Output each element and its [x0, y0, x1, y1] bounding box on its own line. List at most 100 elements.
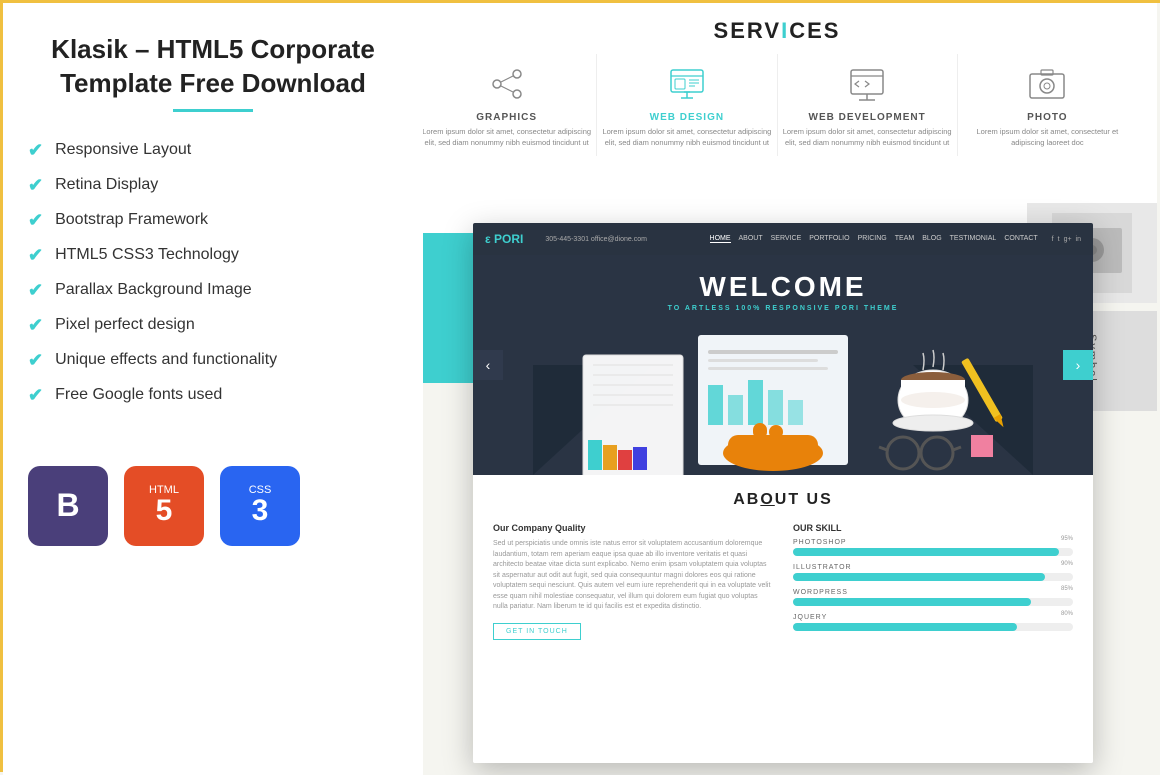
title-underline: [173, 109, 253, 112]
hero-prev-button[interactable]: ‹: [473, 350, 503, 380]
services-title-accent: I: [781, 18, 789, 43]
photo-desc: Lorem ipsum dolor sit amet, consectetur …: [963, 127, 1132, 148]
service-item-webdesign: WEB DESIGN Lorem ipsum dolor sit amet, c…: [597, 54, 777, 156]
social-g: g+: [1064, 236, 1072, 243]
list-item: ✔ Unique effects and functionality: [28, 350, 398, 371]
bootstrap-icon: B: [56, 487, 79, 524]
skill-title: OUR SKILL: [793, 523, 1073, 533]
services-section: SERVICES GRAPHICS Lorem ipsum dolor sit …: [397, 3, 1157, 233]
webdev-label: WEB DEVELOPMENT: [783, 112, 952, 123]
list-item: ✔ Free Google fonts used: [28, 385, 398, 406]
check-icon: ✔: [28, 210, 43, 231]
css3-num: 3: [252, 496, 269, 526]
skill-jquery: JQUERY 80%: [793, 614, 1073, 631]
services-title: SERVICES: [417, 18, 1137, 44]
nav-link-contact[interactable]: CONTACT: [1004, 235, 1037, 243]
html5-num: 5: [156, 496, 173, 526]
about-right: OUR SKILL PHOTOSHOP 95% ILLUSTRATOR 90%: [793, 523, 1073, 640]
skill-track: 90%: [793, 573, 1073, 581]
webdev-icon: [845, 62, 889, 106]
services-icons: GRAPHICS Lorem ipsum dolor sit amet, con…: [417, 54, 1137, 156]
skill-wordpress: WORDPRESS 85%: [793, 589, 1073, 606]
nav-link-portfolio[interactable]: PORTFOLIO: [809, 235, 849, 243]
about-cols: Our Company Quality Sed ut perspiciatis …: [493, 523, 1073, 640]
bootstrap-badge: B: [28, 466, 108, 546]
check-icon: ✔: [28, 175, 43, 196]
css3-badge: CSS 3: [220, 466, 300, 546]
logo-name: PORI: [494, 232, 523, 246]
page-title: Klasik – HTML5 Corporate Template Free D…: [28, 33, 398, 101]
webdesign-desc: Lorem ipsum dolor sit amet, consectetur …: [602, 127, 771, 148]
skill-pct: 80%: [1061, 611, 1073, 617]
skill-track: 80%: [793, 623, 1073, 631]
webdesign-icon: [665, 62, 709, 106]
skill-track: 85%: [793, 598, 1073, 606]
hero-text: WELCOME TO ARTLESS 100% RESPONSIVE PORI …: [473, 271, 1093, 312]
social-in: in: [1076, 236, 1081, 243]
nav-link-home[interactable]: HOME: [710, 235, 731, 243]
skill-photoshop: PHOTOSHOP 95%: [793, 539, 1073, 556]
nav-link-testimonial[interactable]: TESTIMONIAL: [950, 235, 997, 243]
check-icon: ✔: [28, 280, 43, 301]
check-icon: ✔: [28, 385, 43, 406]
website-preview: ε PORI 305-445-3301 office@dione.com HOM…: [473, 223, 1093, 763]
list-item: ✔ Parallax Background Image: [28, 280, 398, 301]
preview-contact: 305-445-3301 office@dione.com: [545, 236, 647, 243]
skill-fill: [793, 573, 1045, 581]
nav-link-pricing[interactable]: PRICING: [858, 235, 887, 243]
about-title: ABOUT US: [493, 491, 1073, 509]
tech-badges: B HTML 5 CSS 3: [28, 446, 398, 546]
nav-link-blog[interactable]: BLOG: [922, 235, 941, 243]
about-text: Sed ut perspiciatis unde omnis iste natu…: [493, 539, 773, 613]
preview-nav-links: HOME ABOUT SERVICE PORTFOLIO PRICING TEA…: [710, 235, 1038, 243]
left-panel: Klasik – HTML5 Corporate Template Free D…: [3, 3, 423, 775]
preview-social: f t g+ in: [1052, 236, 1081, 243]
hero-title: WELCOME: [473, 271, 1093, 303]
list-item: ✔ Bootstrap Framework: [28, 210, 398, 231]
service-item-photo: PHOTO Lorem ipsum dolor sit amet, consec…: [958, 54, 1137, 156]
get-in-touch-button[interactable]: GET IN TOUCH: [493, 623, 581, 640]
hero-brand: PORI: [835, 305, 860, 312]
skill-name: PHOTOSHOP: [793, 539, 1073, 546]
skill-pct: 85%: [1061, 586, 1073, 592]
list-item: ✔ Responsive Layout: [28, 140, 398, 161]
social-f: f: [1052, 236, 1054, 243]
check-icon: ✔: [28, 350, 43, 371]
social-t: t: [1058, 236, 1060, 243]
graphics-icon: [485, 62, 529, 106]
features-list: ✔ Responsive Layout ✔ Retina Display ✔ B…: [28, 140, 398, 406]
skill-illustrator: ILLUSTRATOR 90%: [793, 564, 1073, 581]
photo-label: PHOTO: [963, 112, 1132, 123]
skill-name: JQUERY: [793, 614, 1073, 621]
skill-fill: [793, 548, 1059, 556]
skill-name: WORDPRESS: [793, 589, 1073, 596]
service-item-webdev: WEB DEVELOPMENT Lorem ipsum dolor sit am…: [778, 54, 958, 156]
skill-name: ILLUSTRATOR: [793, 564, 1073, 571]
graphics-desc: Lorem ipsum dolor sit amet, consectetur …: [422, 127, 591, 148]
photo-icon: [1025, 62, 1069, 106]
list-item: ✔ HTML5 CSS3 Technology: [28, 245, 398, 266]
nav-link-about[interactable]: ABOUT: [739, 235, 763, 243]
css3-inner: CSS 3: [249, 485, 272, 526]
service-item-graphics: GRAPHICS Lorem ipsum dolor sit amet, con…: [417, 54, 597, 156]
hero-next-button[interactable]: ›: [1063, 350, 1093, 380]
webdesign-label: WEB DESIGN: [602, 112, 771, 123]
preview-hero: WELCOME TO ARTLESS 100% RESPONSIVE PORI …: [473, 255, 1093, 475]
check-icon: ✔: [28, 315, 43, 336]
html5-badge: HTML 5: [124, 466, 204, 546]
skill-pct: 95%: [1061, 536, 1073, 542]
nav-link-service[interactable]: SERVICE: [771, 235, 802, 243]
skill-fill: [793, 623, 1017, 631]
check-icon: ✔: [28, 245, 43, 266]
preview-navbar: ε PORI 305-445-3301 office@dione.com HOM…: [473, 223, 1093, 255]
nav-link-team[interactable]: TEAM: [895, 235, 914, 243]
preview-logo: ε PORI: [485, 232, 523, 246]
skill-track: 95%: [793, 548, 1073, 556]
html5-inner: HTML 5: [149, 485, 179, 526]
check-icon: ✔: [28, 140, 43, 161]
hero-illustration: [533, 305, 1033, 475]
list-item: ✔ Retina Display: [28, 175, 398, 196]
skill-fill: [793, 598, 1031, 606]
about-left: Our Company Quality Sed ut perspiciatis …: [493, 523, 773, 640]
list-item: ✔ Pixel perfect design: [28, 315, 398, 336]
